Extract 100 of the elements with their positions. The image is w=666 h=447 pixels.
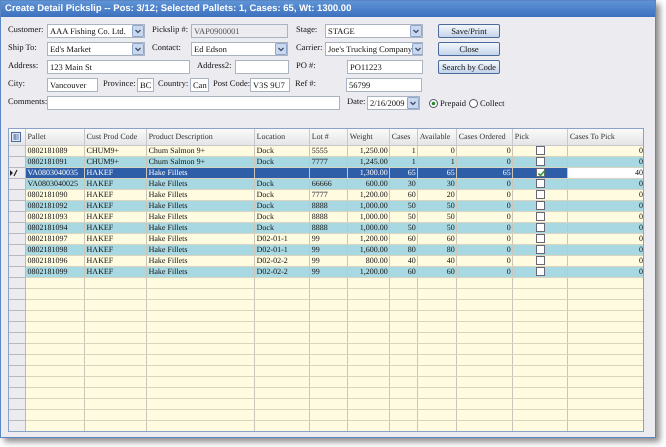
table-row[interactable]: 0802181099 HAKEF Hake Fillets D02-02-2 99 1,200.00 60 60 0 0 — [9, 266, 643, 277]
table-cell: 0 — [567, 244, 643, 255]
dropdown[interactable]: AAA Fishing Co. Ltd. — [47, 24, 145, 38]
table-cell: Chum Salmon 9+ — [146, 145, 254, 156]
table-cell: 0 — [567, 211, 643, 222]
dropdown[interactable]: Joe's Trucking Company — [325, 42, 423, 56]
field-label: Ref #: — [295, 78, 318, 88]
input-field[interactable]: 56799 — [346, 78, 422, 92]
radio-button[interactable] — [429, 98, 438, 108]
checkbox[interactable] — [536, 179, 545, 188]
input-field[interactable]: Can — [190, 78, 209, 92]
dropdown[interactable]: Ed's Market — [47, 42, 145, 56]
checkbox[interactable] — [536, 157, 545, 166]
table-cell: 0 — [567, 145, 643, 156]
input-field[interactable] — [47, 96, 340, 110]
table-cell: 0 — [567, 266, 643, 277]
checkbox[interactable] — [536, 146, 545, 155]
table-row[interactable]: VA0803040035 HAKEF Hake Fillets 1,300.00 65 65 65 40 — [9, 167, 643, 178]
table-row[interactable]: 0802181093 HAKEF Hake Fillets Dock 8888 1,000.00 50 50 0 0 — [9, 211, 643, 222]
radio-label: Collect — [480, 96, 505, 110]
table-cell: Hake Fillets — [146, 233, 254, 244]
column-header[interactable]: Cases To Pick — [567, 129, 643, 145]
table-cell: 0 — [567, 200, 643, 211]
table-cell: 0 — [567, 178, 643, 189]
input-field[interactable]: V3S 9U7 — [250, 78, 290, 92]
input-field[interactable]: 40 — [567, 167, 643, 178]
table-cell: Hake Fillets — [146, 200, 254, 211]
table-cell: Hake Fillets — [146, 167, 254, 178]
column-header[interactable]: Cust Prod Code — [84, 129, 146, 145]
table-cell: Hake Fillets — [146, 189, 254, 200]
field-label: Stage: — [296, 24, 318, 34]
checkbox[interactable] — [536, 223, 545, 232]
field-label: Carrier: — [296, 42, 324, 52]
input-field[interactable]: BC — [137, 78, 154, 92]
field-label: Address2: — [197, 60, 232, 70]
field-label: Province: — [103, 78, 137, 88]
table-cell: 0 — [567, 255, 643, 266]
input-field[interactable]: 123 Main St — [47, 60, 190, 74]
action-button[interactable]: Save/Print — [438, 24, 500, 38]
dropdown[interactable]: 2/16/2009 — [367, 96, 420, 110]
table-cell: 0 — [567, 222, 643, 233]
column-header[interactable]: Pallet — [25, 129, 84, 145]
input-field: VAP0900001 — [191, 24, 288, 38]
field-label: PO #: — [296, 60, 317, 70]
field-label: Customer: — [8, 24, 44, 34]
input-field[interactable]: PO11223 — [347, 60, 423, 74]
checkbox[interactable] — [536, 234, 545, 243]
column-header[interactable]: Product Description — [146, 129, 254, 145]
table-cell: 0 — [567, 189, 643, 200]
field-label: Pickslip #: — [152, 24, 190, 34]
field-label: Ship To: — [8, 42, 38, 52]
action-button[interactable]: Close — [438, 42, 500, 56]
table-row[interactable]: VA0803040025 HAKEF Hake Fillets Dock 66666 600.00 30 30 0 0 — [9, 178, 643, 189]
window-title: Create Detail Pickslip -- Pos: 3/12; Selected Pallets: 1, Cases: 65, Wt: 1300.00 — [1, 1, 655, 17]
dropdown[interactable]: STAGE — [325, 24, 423, 38]
table-row[interactable]: 0802181089 CHUM9+ Chum Salmon 9+ Dock 5555 1,250.00 1 0 0 0 — [9, 145, 643, 156]
table-cell: Hake Fillets — [146, 178, 254, 189]
column-header[interactable]: Location — [254, 129, 310, 145]
action-button[interactable]: Search by Code — [438, 60, 500, 74]
table-row[interactable]: 0802181092 HAKEF Hake Fillets Dock 8888 1,000.00 50 50 0 0 — [9, 200, 643, 211]
checkbox[interactable] — [536, 201, 545, 210]
table-row[interactable]: 0802181096 HAKEF Hake Fillets D02-02-2 99 800.00 40 40 0 0 — [9, 255, 643, 266]
column-header[interactable]: Lot # — [309, 129, 348, 145]
field-label: Country: — [158, 78, 190, 88]
edit-indicator-icon — [9, 168, 18, 177]
radio-button[interactable] — [468, 98, 478, 108]
field-label: Date: — [347, 96, 366, 106]
table-cell: Hake Fillets — [146, 222, 254, 233]
table-cell: Hake Fillets — [146, 211, 254, 222]
radio-label: Prepaid — [440, 96, 466, 110]
table-row[interactable]: 0802181094 HAKEF Hake Fillets Dock 8888 1,000.00 50 50 0 0 — [9, 222, 643, 233]
column-header[interactable]: Pick — [512, 129, 568, 145]
checkbox[interactable] — [536, 212, 545, 221]
column-header[interactable]: Available — [417, 129, 456, 145]
table-cell: 0 — [567, 233, 643, 244]
checkbox[interactable] — [536, 168, 545, 177]
input-field[interactable] — [235, 60, 289, 74]
column-header[interactable]: Cases — [389, 129, 418, 145]
table-cell: Hake Fillets — [146, 255, 254, 266]
table-row[interactable]: 0802181097 HAKEF Hake Fillets D02-01-1 99 1,200.00 60 60 0 0 — [9, 233, 643, 244]
checkbox[interactable] — [536, 190, 545, 199]
field-label: Address: — [8, 60, 40, 70]
field-label: Contact: — [152, 42, 182, 52]
input-field[interactable]: Vancouver — [47, 78, 98, 92]
table-row[interactable]: 0802181091 CHUM9+ Chum Salmon 9+ Dock 7777 1,245.00 1 1 0 0 — [9, 156, 643, 167]
grid-settings-icon[interactable] — [11, 132, 21, 142]
dropdown-arrow-icon[interactable] — [412, 43, 422, 55]
table-cell: Hake Fillets — [146, 266, 254, 277]
table-row[interactable]: 0802181090 HAKEF Hake Fillets Dock 7777 1,200.00 60 20 0 0 — [9, 189, 643, 200]
column-header[interactable]: Cases Ordered — [456, 129, 512, 145]
field-label: City: — [8, 78, 26, 88]
table-row[interactable]: 0802181098 HAKEF Hake Fillets D02-01-1 99 1,600.00 80 80 0 0 — [9, 244, 643, 255]
table-cell: Chum Salmon 9+ — [146, 156, 254, 167]
column-header[interactable]: Weight — [347, 129, 390, 145]
checkbox[interactable] — [536, 256, 545, 265]
checkbox[interactable] — [536, 267, 545, 276]
checkbox[interactable] — [536, 245, 545, 254]
field-label: Post Code: — [213, 78, 250, 88]
dropdown[interactable]: Ed Edson — [191, 42, 288, 56]
table-cell: Hake Fillets — [146, 244, 254, 255]
